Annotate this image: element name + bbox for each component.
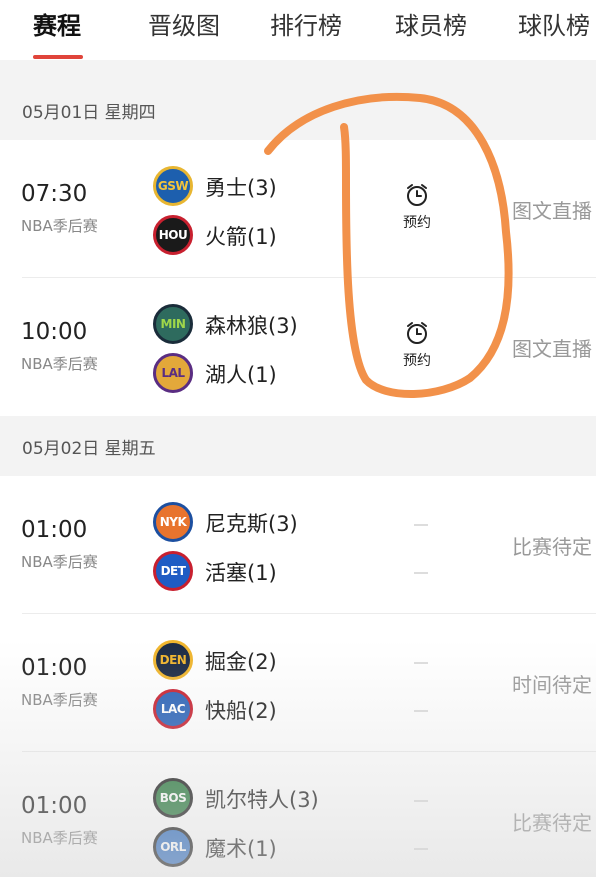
game-time: 01:00 <box>21 793 88 819</box>
date-header: 05月02日 星期五 <box>0 416 596 476</box>
dash-placeholder <box>414 572 428 574</box>
status-label: 比赛待定 <box>512 811 592 835</box>
alarm-clock-icon <box>407 322 427 344</box>
dash-placeholder <box>414 848 428 850</box>
reserve-label: 预约 <box>403 353 431 369</box>
home-team-name: 勇士(3) <box>205 176 277 200</box>
orl-logo-icon: ORL <box>153 827 193 867</box>
game-row[interactable]: 01:00 NBA季后赛 NYK 尼克斯(3) DET 活塞(1) 比赛待定 <box>0 476 596 614</box>
date-label: 05月02日 星期五 <box>22 439 156 459</box>
tab-schedule[interactable]: 赛程 <box>33 8 81 44</box>
league-label: NBA季后赛 <box>21 553 98 571</box>
tab-bracket[interactable]: 晋级图 <box>148 8 220 44</box>
league-label: NBA季后赛 <box>21 355 98 373</box>
date-label: 05月01日 星期四 <box>22 103 156 123</box>
game-time: 07:30 <box>21 181 88 207</box>
game-row[interactable]: 07:30 NBA季后赛 GSW 勇士(3) HOU 火箭(1) 预约 图文直播 <box>0 140 596 278</box>
hou-logo-icon: HOU <box>153 215 193 255</box>
reserve-button[interactable]: 预约 <box>392 182 442 232</box>
home-team-name: 凯尔特人(3) <box>205 788 319 812</box>
away-team-name: 火箭(1) <box>205 225 277 249</box>
dash-placeholder <box>414 710 428 712</box>
bos-logo-icon: BOS <box>153 778 193 818</box>
tab-player-rankings[interactable]: 球员榜 <box>395 8 467 44</box>
alarm-clock-icon <box>407 184 427 206</box>
home-team-name: 尼克斯(3) <box>205 512 298 536</box>
league-label: NBA季后赛 <box>21 217 98 235</box>
game-row[interactable]: 01:00 NBA季后赛 DEN 掘金(2) LAC 快船(2) 时间待定 <box>0 614 596 752</box>
min-logo-icon: MIN <box>153 304 193 344</box>
league-label: NBA季后赛 <box>21 691 98 709</box>
live-text-link[interactable]: 图文直播 <box>512 195 592 224</box>
gsw-logo-icon: GSW <box>153 166 193 206</box>
lal-logo-icon: LAL <box>153 353 193 393</box>
reserve-button[interactable]: 预约 <box>392 320 442 370</box>
date-header: 05月01日 星期四 <box>0 80 596 140</box>
tab-standings[interactable]: 排行榜 <box>270 8 342 44</box>
det-logo-icon: DET <box>153 551 193 591</box>
game-time: 01:00 <box>21 655 88 681</box>
away-team-name: 魔术(1) <box>205 837 277 861</box>
dash-placeholder <box>414 662 428 664</box>
game-row[interactable]: 01:00 NBA季后赛 BOS 凯尔特人(3) ORL 魔术(1) 比赛待定 <box>0 752 596 877</box>
nyk-logo-icon: NYK <box>153 502 193 542</box>
tab-team-rankings[interactable]: 球队榜 <box>518 8 590 44</box>
den-logo-icon: DEN <box>153 640 193 680</box>
home-team-name: 森林狼(3) <box>205 314 298 338</box>
dash-placeholder <box>414 524 428 526</box>
live-text-link[interactable]: 图文直播 <box>512 333 592 362</box>
away-team-name: 快船(2) <box>205 699 277 723</box>
reserve-label: 预约 <box>403 215 431 231</box>
game-time: 01:00 <box>21 517 88 543</box>
status-label: 比赛待定 <box>512 535 592 559</box>
dash-placeholder <box>414 800 428 802</box>
home-team-name: 掘金(2) <box>205 650 277 674</box>
game-time: 10:00 <box>21 319 88 345</box>
tab-bar: 赛程 晋级图 排行榜 球员榜 球队榜 <box>0 0 596 60</box>
league-label: NBA季后赛 <box>21 829 98 847</box>
game-row[interactable]: 10:00 NBA季后赛 MIN 森林狼(3) LAL 湖人(1) 预约 图文直… <box>0 278 596 416</box>
away-team-name: 活塞(1) <box>205 561 277 585</box>
active-tab-indicator <box>33 55 83 59</box>
lac-logo-icon: LAC <box>153 689 193 729</box>
status-label: 时间待定 <box>512 673 592 697</box>
away-team-name: 湖人(1) <box>205 363 277 387</box>
